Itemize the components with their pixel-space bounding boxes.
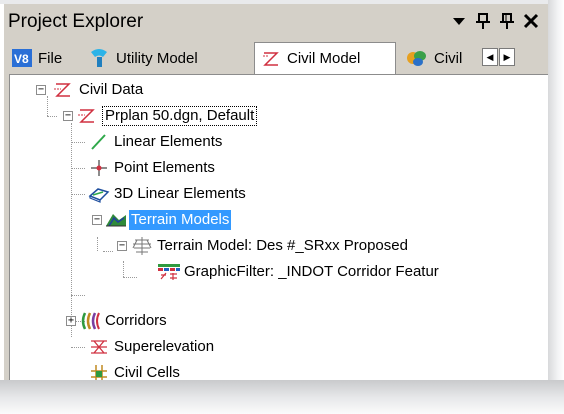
svg-text:V8: V8 bbox=[14, 52, 29, 66]
tab-scroll-left-button[interactable]: ◀ bbox=[482, 48, 498, 66]
tab-civil-model[interactable]: Civil Model bbox=[254, 42, 396, 74]
expander-corridors[interactable]: + bbox=[66, 316, 76, 326]
graphic-filter-icon bbox=[157, 262, 180, 282]
civil-data-icon bbox=[52, 80, 74, 100]
utility-model-icon bbox=[88, 48, 110, 68]
tab-scroll-right-button[interactable]: ▶ bbox=[499, 48, 515, 66]
civil-standards-icon bbox=[406, 48, 428, 68]
file-v8-icon: V8 bbox=[12, 49, 32, 67]
tree-item-linear-elements[interactable]: Linear Elements bbox=[114, 132, 222, 152]
tree-item-point-elements[interactable]: Point Elements bbox=[114, 158, 215, 178]
project-explorer-panel: Project Explorer V8 File Utility Model C… bbox=[4, 4, 548, 380]
corridors-icon bbox=[79, 311, 101, 331]
tree-item-graphic-filter[interactable]: GraphicFilter: _INDOT Corridor Featur bbox=[184, 262, 439, 282]
tab-file-label: File bbox=[38, 49, 63, 67]
tree-item-terrain-model[interactable]: Terrain Model: Des #_SRxx Proposed bbox=[157, 236, 408, 256]
tab-civil[interactable]: Civil bbox=[400, 45, 478, 71]
tab-utility-model-label: Utility Model bbox=[116, 49, 198, 67]
panel-titlebar: Project Explorer bbox=[4, 4, 548, 40]
point-element-icon bbox=[88, 158, 110, 178]
expander-terrain-model[interactable]: − bbox=[117, 241, 127, 251]
expander-civil-data[interactable]: − bbox=[36, 85, 46, 95]
tab-utility-model[interactable]: Utility Model bbox=[82, 45, 250, 71]
tree-item-terrain-models[interactable]: Terrain Models bbox=[129, 210, 232, 230]
tree-item-superelevation[interactable]: Superelevation bbox=[114, 337, 214, 357]
tab-file[interactable]: V8 File bbox=[6, 45, 76, 71]
expander-terrain-models[interactable]: − bbox=[92, 215, 102, 225]
tree-view: − Civil Data − Prplan 50.dgn, Default Li… bbox=[9, 74, 548, 380]
linear-element-icon bbox=[88, 132, 110, 152]
superelevation-icon bbox=[88, 337, 110, 357]
expander-prplan[interactable]: − bbox=[63, 111, 73, 121]
tab-civil-model-label: Civil Model bbox=[287, 50, 361, 67]
scroll-left-icon: ◀ bbox=[486, 51, 494, 62]
terrain-models-icon bbox=[105, 210, 127, 230]
civil-model-icon bbox=[261, 50, 281, 68]
pin-icon[interactable] bbox=[498, 12, 516, 30]
tree-item-prplan[interactable]: Prplan 50.dgn, Default bbox=[102, 106, 258, 126]
tree-item-civil-data[interactable]: Civil Data bbox=[79, 80, 143, 100]
3d-linear-icon bbox=[88, 184, 110, 204]
civil-cells-icon bbox=[88, 363, 110, 380]
tab-civil-label: Civil bbox=[434, 49, 463, 67]
dropdown-icon[interactable] bbox=[450, 12, 468, 30]
terrain-model-icon bbox=[131, 236, 153, 256]
dock-icon[interactable] bbox=[474, 12, 492, 30]
scroll-right-icon: ▶ bbox=[503, 51, 511, 62]
panel-title: Project Explorer bbox=[8, 11, 144, 32]
tab-bar: V8 File Utility Model Civil Model Civil … bbox=[4, 40, 548, 74]
tree-item-corridors[interactable]: Corridors bbox=[105, 311, 167, 331]
civil-model-icon bbox=[76, 106, 98, 126]
close-icon[interactable] bbox=[522, 12, 540, 30]
tree-item-civil-cells[interactable]: Civil Cells bbox=[114, 363, 180, 380]
tree-item-3d-linear-elements[interactable]: 3D Linear Elements bbox=[114, 184, 246, 204]
